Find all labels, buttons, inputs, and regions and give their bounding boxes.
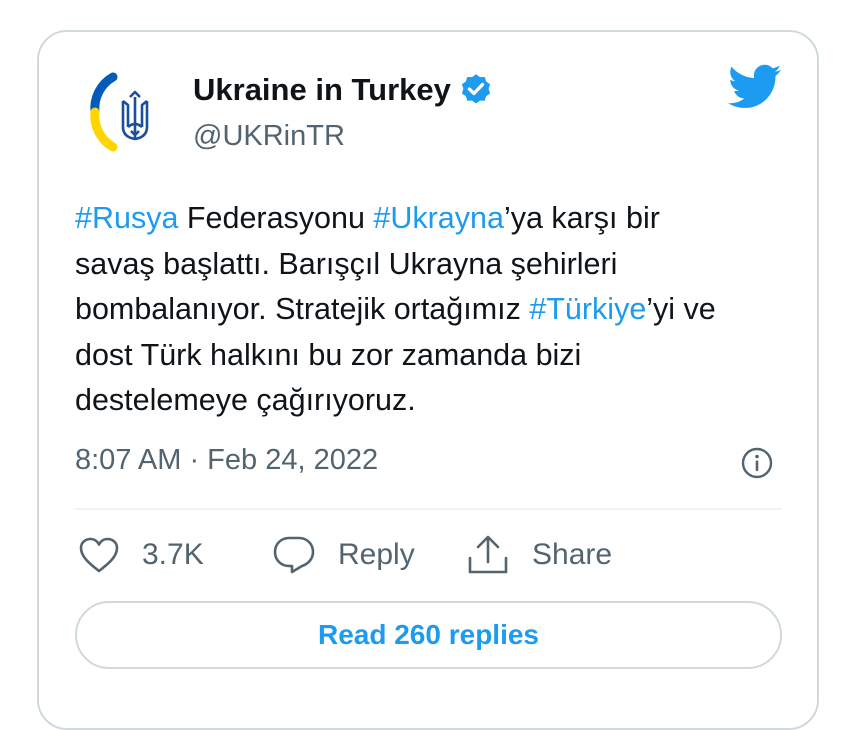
tweet-text-line: dost Türk halkını bu zor zamanda bizi — [75, 333, 795, 379]
ukraine-trident-icon — [90, 72, 149, 152]
hashtag-link[interactable]: #Rusya — [75, 201, 178, 235]
share-button[interactable]: Share — [466, 530, 612, 580]
twitter-bird-icon[interactable] — [728, 64, 782, 110]
reply-button[interactable]: Reply — [272, 530, 415, 580]
share-icon — [468, 535, 508, 574]
reply-icon — [273, 536, 315, 574]
tweet-text-segment: savaş başlattı. Barışçıl Ukrayna şehirle… — [75, 246, 618, 281]
author-handle[interactable]: @UKRinTR — [193, 120, 345, 153]
hashtag-link[interactable]: #Türkiye — [529, 292, 646, 326]
tweet-text-line: #Rusya Federasyonu #Ukrayna’ya karşı bir — [75, 196, 795, 242]
tweet-text-segment: Federasyonu — [178, 201, 374, 235]
tweet-text-segment: destelemeye çağırıyoruz. — [75, 383, 416, 417]
tweet-text-line: destelemeye çağırıyoruz. — [75, 378, 795, 424]
verified-badge-icon — [458, 72, 494, 108]
read-replies-button[interactable]: Read 260 replies — [75, 601, 782, 669]
avatar[interactable] — [83, 65, 178, 160]
info-icon[interactable] — [740, 446, 774, 480]
like-button[interactable]: 3.7K — [78, 530, 204, 580]
share-label: Share — [532, 538, 613, 571]
tweet-text-line: bombalanıyor. Stratejik ortağımız #Türki… — [75, 287, 795, 333]
tweet-text-segment: ’yi ve — [646, 292, 716, 326]
like-count: 3.7K — [142, 538, 204, 571]
hashtag-link[interactable]: #Ukrayna — [373, 201, 504, 235]
display-name-text: Ukraine in Turkey — [193, 72, 451, 107]
heart-icon — [79, 537, 119, 573]
author-display-name[interactable]: Ukraine in Turkey — [193, 72, 494, 108]
tweet-timestamp[interactable]: 8:07 AM · Feb 24, 2022 — [75, 444, 378, 477]
reply-label: Reply — [338, 538, 415, 571]
tweet-text-segment: bombalanıyor. Stratejik ortağımız — [75, 292, 530, 326]
tweet-text-segment: ’ya karşı bir — [503, 201, 660, 235]
tweet-text-line: savaş başlattı. Barışçıl Ukrayna şehirle… — [75, 242, 795, 288]
tweet-text-segment: dost Türk halkını bu zor zamanda bizi — [75, 337, 582, 372]
divider — [75, 508, 782, 510]
tweet-text: #Rusya Federasyonu #Ukrayna’ya karşı bir… — [75, 196, 795, 424]
